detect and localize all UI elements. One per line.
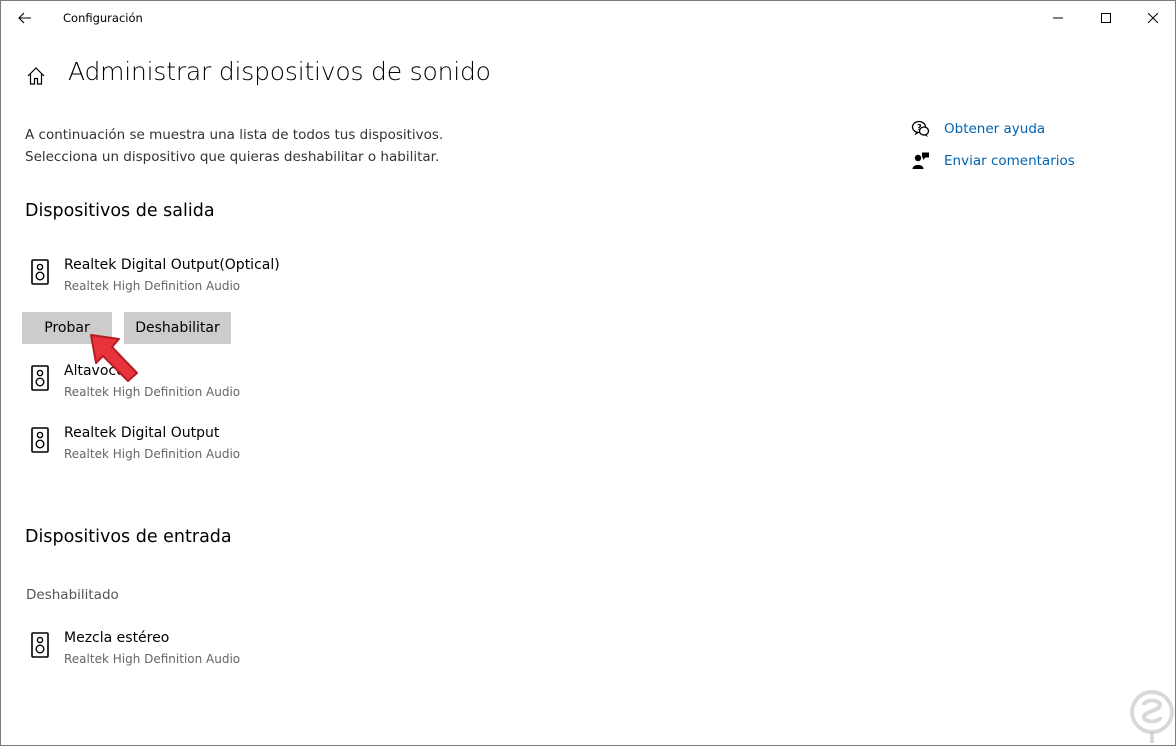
input-devices-heading: Dispositivos de entrada: [25, 527, 232, 547]
maximize-icon: [1101, 13, 1111, 23]
feedback-person-icon: [912, 152, 929, 169]
speaker-icon: [31, 427, 49, 453]
annotation-arrow-icon: [90, 334, 138, 382]
device-driver: Realtek High Definition Audio: [64, 279, 241, 293]
window-title: Configuración: [63, 11, 143, 25]
title-bar: Configuración: [1, 1, 1175, 35]
device-name: Mezcla estéreo: [64, 630, 170, 646]
device-driver: Realtek High Definition Audio: [64, 652, 241, 666]
output-devices-heading: Dispositivos de salida: [25, 201, 215, 221]
speaker-icon: [31, 365, 49, 391]
chat-help-icon: ?: [911, 120, 930, 137]
description-line-1: A continuación se muestra una lista de t…: [25, 127, 444, 143]
device-driver: Realtek High Definition Audio: [64, 447, 241, 461]
home-icon: [27, 67, 45, 85]
send-feedback-label: Enviar comentarios: [944, 153, 1075, 169]
back-arrow-icon: [18, 12, 31, 24]
minimize-button[interactable]: [1035, 1, 1081, 35]
maximize-button[interactable]: [1083, 1, 1129, 35]
speaker-icon: [31, 632, 49, 658]
get-help-label: Obtener ayuda: [944, 121, 1046, 137]
description-line-2: Selecciona un dispositivo que quieras de…: [25, 149, 440, 165]
back-button[interactable]: [9, 3, 41, 33]
minimize-icon: [1053, 17, 1063, 19]
close-icon: [1148, 13, 1158, 23]
close-button[interactable]: [1130, 1, 1176, 35]
output-device-digital[interactable]: Realtek Digital Output Realtek High Defi…: [25, 425, 665, 473]
watermark-logo-icon: [1130, 690, 1174, 743]
svg-text:?: ?: [917, 123, 922, 132]
disabled-group-label: Deshabilitado: [26, 587, 119, 603]
device-driver: Realtek High Definition Audio: [64, 385, 241, 399]
device-name: Realtek Digital Output(Optical): [64, 257, 280, 273]
output-device-optical[interactable]: Realtek Digital Output(Optical) Realtek …: [25, 257, 665, 305]
input-device-stereo-mix[interactable]: Mezcla estéreo Realtek High Definition A…: [25, 630, 665, 678]
speaker-icon: [31, 259, 49, 285]
page-title: Administrar dispositivos de sonido: [68, 57, 491, 86]
settings-window: Configuración Administrar dispositivos d…: [0, 0, 1176, 746]
home-button[interactable]: [25, 65, 47, 87]
device-name: Realtek Digital Output: [64, 425, 220, 441]
